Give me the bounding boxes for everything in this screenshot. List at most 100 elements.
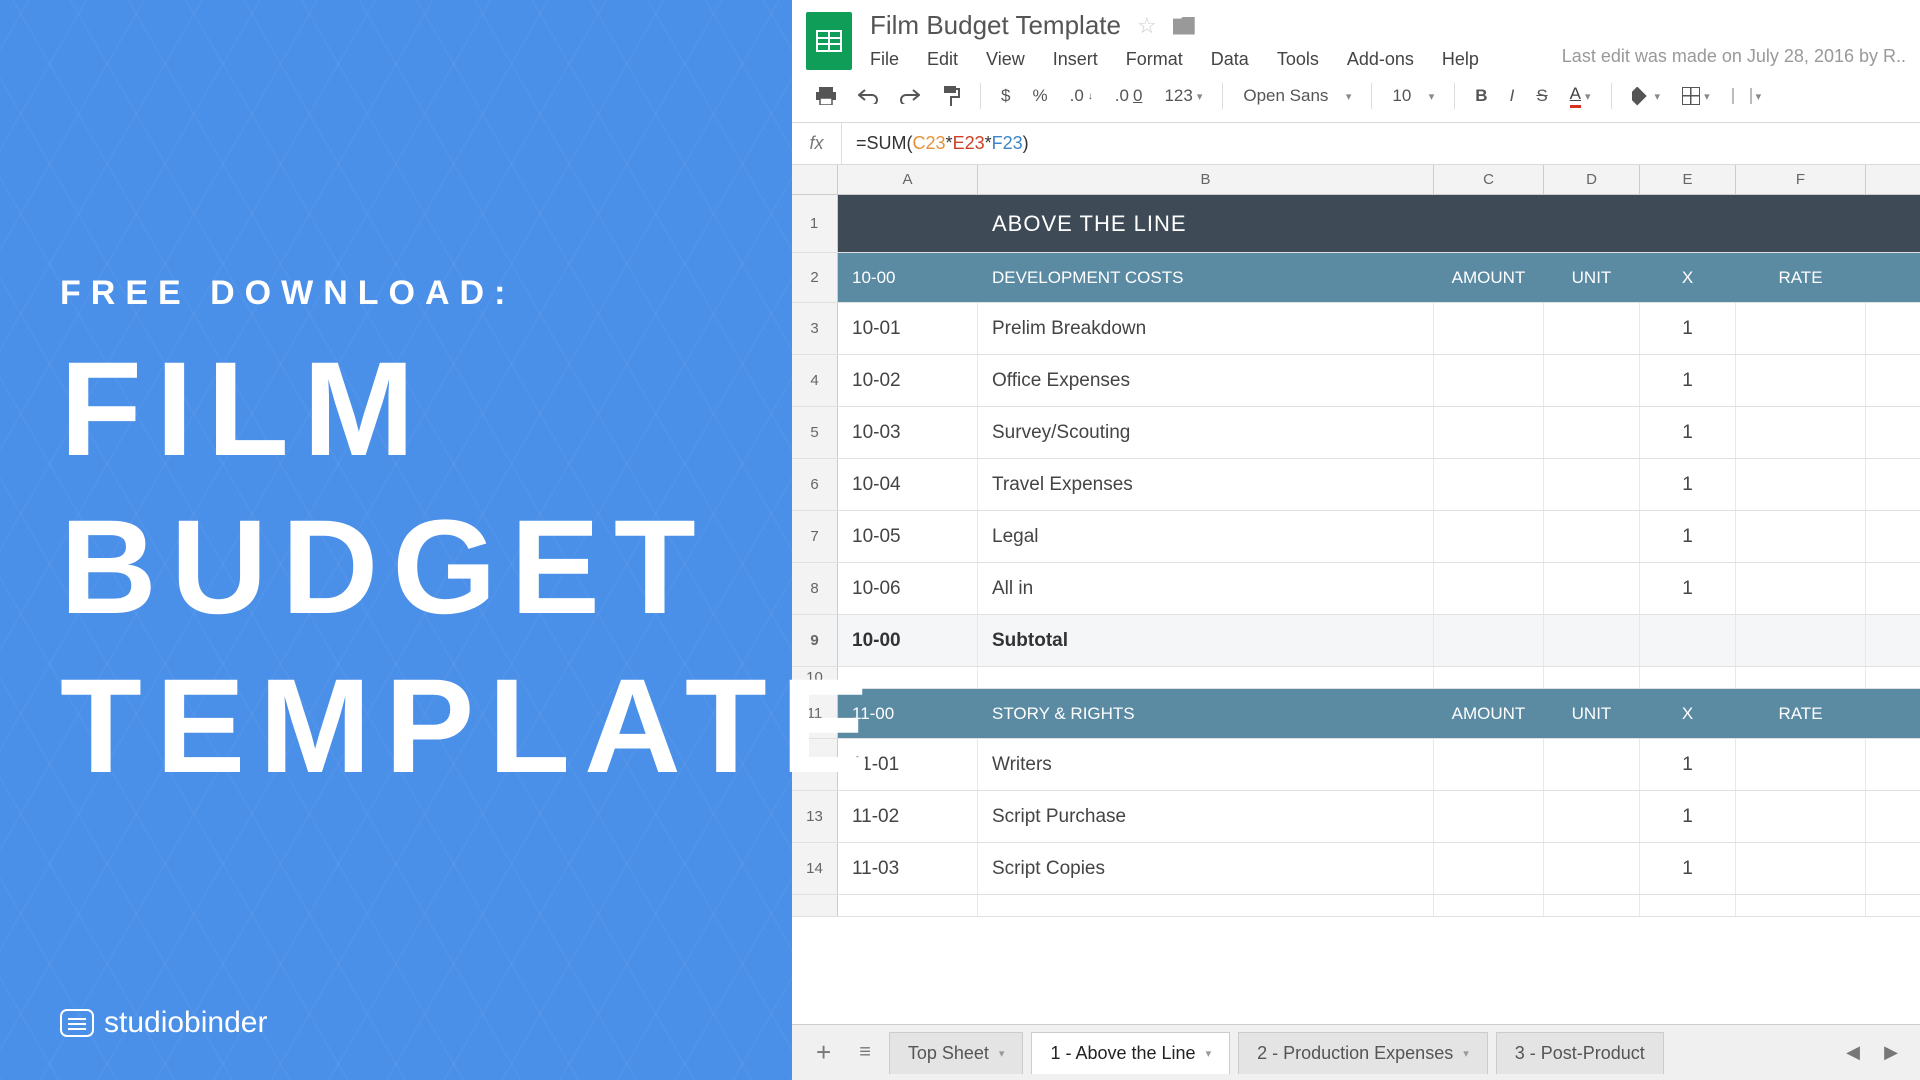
undo-icon[interactable] (852, 84, 884, 108)
cell[interactable]: Office Expenses (978, 355, 1434, 406)
cell[interactable] (1544, 407, 1640, 458)
cell[interactable]: Survey/Scouting (978, 407, 1434, 458)
increase-decimal-button[interactable]: .00 (1109, 82, 1149, 110)
col-header-a[interactable]: A (838, 165, 978, 194)
menu-data[interactable]: Data (1211, 49, 1249, 70)
all-sheets-button[interactable]: ≡ (849, 1041, 881, 1064)
row-header[interactable]: 5 (792, 407, 838, 458)
fill-color-button[interactable]: ▾ (1626, 83, 1667, 110)
formula-input[interactable]: =SUM(C23*E23*F23) (842, 133, 1043, 154)
cell[interactable] (1736, 407, 1866, 458)
merge-cells-button[interactable]: ▾ (1726, 84, 1768, 108)
row-header[interactable]: 4 (792, 355, 838, 406)
cell[interactable]: X (1640, 253, 1736, 302)
cell[interactable]: AMOUNT (1434, 253, 1544, 302)
col-header-b[interactable]: B (978, 165, 1434, 194)
cell[interactable]: 10-01 (838, 303, 978, 354)
cell[interactable]: 10-06 (838, 563, 978, 614)
cell[interactable]: 1 (1640, 739, 1736, 790)
row-header[interactable]: 7 (792, 511, 838, 562)
cell[interactable] (1544, 791, 1640, 842)
cell[interactable] (1434, 355, 1544, 406)
cell[interactable]: RATE (1736, 253, 1866, 302)
cell[interactable] (1544, 459, 1640, 510)
menu-addons[interactable]: Add-ons (1347, 49, 1414, 70)
menu-edit[interactable]: Edit (927, 49, 958, 70)
cell[interactable] (1640, 895, 1736, 916)
col-header-f[interactable]: F (1736, 165, 1866, 194)
tab-above-the-line[interactable]: 1 - Above the Line▾ (1031, 1032, 1230, 1074)
cell[interactable] (1544, 739, 1640, 790)
row-header[interactable]: 6 (792, 459, 838, 510)
percent-button[interactable]: % (1026, 82, 1053, 110)
cell[interactable]: 10-00 (838, 253, 978, 302)
row-header[interactable]: 2 (792, 253, 838, 302)
menu-tools[interactable]: Tools (1277, 49, 1319, 70)
cell[interactable] (1434, 739, 1544, 790)
currency-button[interactable]: $ (995, 82, 1016, 110)
row-header[interactable] (792, 895, 838, 916)
cell[interactable] (1434, 459, 1544, 510)
menu-help[interactable]: Help (1442, 49, 1479, 70)
cell[interactable]: Writers (978, 739, 1434, 790)
cell[interactable]: Prelim Breakdown (978, 303, 1434, 354)
cell[interactable] (1434, 195, 1544, 252)
cell[interactable] (838, 895, 978, 916)
menu-file[interactable]: File (870, 49, 899, 70)
col-header-c[interactable]: C (1434, 165, 1544, 194)
cell[interactable] (1544, 563, 1640, 614)
cell[interactable] (978, 667, 1434, 688)
cell[interactable]: 1 (1640, 511, 1736, 562)
select-all-corner[interactable] (792, 165, 838, 194)
col-header-e[interactable]: E (1640, 165, 1736, 194)
row-header[interactable]: 14 (792, 843, 838, 894)
cell[interactable]: AMOUNT (1434, 689, 1544, 738)
folder-icon[interactable] (1173, 17, 1195, 35)
scroll-tabs-right-icon[interactable]: ▶ (1876, 1038, 1906, 1068)
cell[interactable] (978, 895, 1434, 916)
tab-top-sheet[interactable]: Top Sheet▾ (889, 1032, 1024, 1074)
cell[interactable] (1736, 511, 1866, 562)
font-size-select[interactable]: 10 ▾ (1386, 82, 1440, 110)
cell[interactable]: 1 (1640, 303, 1736, 354)
cell[interactable] (1544, 303, 1640, 354)
cell[interactable]: 10-05 (838, 511, 978, 562)
bold-button[interactable]: B (1469, 82, 1493, 110)
cell[interactable] (1544, 355, 1640, 406)
cell[interactable]: 10-04 (838, 459, 978, 510)
italic-button[interactable]: I (1504, 82, 1521, 110)
menu-format[interactable]: Format (1126, 49, 1183, 70)
cell[interactable]: RATE (1736, 689, 1866, 738)
cell[interactable]: UNIT (1544, 689, 1640, 738)
strike-button[interactable]: S (1530, 82, 1553, 110)
cell[interactable] (1434, 303, 1544, 354)
menu-view[interactable]: View (986, 49, 1025, 70)
cell[interactable]: DEVELOPMENT COSTS (978, 253, 1434, 302)
cell[interactable]: 1 (1640, 563, 1736, 614)
cell[interactable]: 1 (1640, 407, 1736, 458)
cell[interactable]: Script Copies (978, 843, 1434, 894)
menu-insert[interactable]: Insert (1053, 49, 1098, 70)
print-icon[interactable] (810, 83, 842, 109)
cell[interactable] (1736, 791, 1866, 842)
cell[interactable] (1544, 511, 1640, 562)
cell[interactable] (1434, 843, 1544, 894)
cell[interactable] (1544, 843, 1640, 894)
last-edit-text[interactable]: Last edit was made on July 28, 2016 by R… (1562, 10, 1906, 67)
cell[interactable] (1544, 615, 1640, 666)
document-title[interactable]: Film Budget Template (870, 10, 1121, 41)
borders-button[interactable]: ▾ (1676, 83, 1716, 109)
row-header[interactable]: 1 (792, 195, 838, 252)
cell[interactable] (1640, 195, 1736, 252)
cell[interactable] (1434, 563, 1544, 614)
cell[interactable] (1736, 667, 1866, 688)
row-header[interactable]: 8 (792, 563, 838, 614)
cell[interactable] (1736, 459, 1866, 510)
cell[interactable]: 11-03 (838, 843, 978, 894)
paint-format-icon[interactable] (936, 82, 966, 110)
cell[interactable]: STORY & RIGHTS (978, 689, 1434, 738)
cell[interactable]: All in (978, 563, 1434, 614)
cell[interactable]: Subtotal (978, 615, 1434, 666)
font-family-select[interactable]: Open Sans ▾ (1237, 82, 1357, 110)
text-color-button[interactable]: A▾ (1564, 80, 1597, 112)
